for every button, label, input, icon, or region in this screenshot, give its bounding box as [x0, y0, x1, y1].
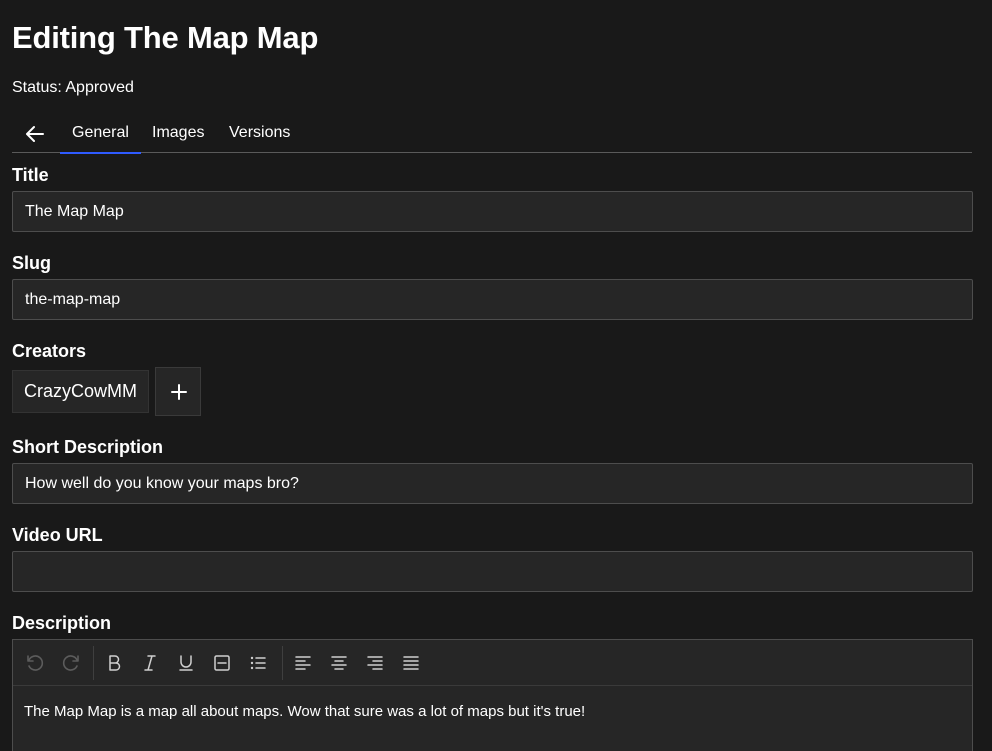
underline-button[interactable]: [176, 653, 196, 673]
tab-versions[interactable]: Versions: [229, 113, 290, 153]
align-justify-button[interactable]: [401, 653, 421, 673]
edit-map-page: Editing The Map Map Status: Approved Gen…: [0, 0, 992, 751]
short-description-label: Short Description: [12, 437, 164, 457]
add-creator-button[interactable]: [155, 367, 201, 416]
short-description-input[interactable]: [12, 463, 973, 504]
slug-input[interactable]: [12, 279, 973, 320]
align-center-icon: [331, 656, 347, 670]
description-content[interactable]: The Map Map is a map all about maps. Wow…: [24, 702, 585, 722]
status-text: Status: Approved: [12, 79, 134, 96]
align-justify-icon: [403, 656, 419, 670]
bold-button[interactable]: [104, 653, 124, 673]
bullet-list-icon: [250, 656, 266, 670]
undo-button[interactable]: [25, 653, 45, 673]
align-right-icon: [367, 656, 383, 670]
tab-bar: General Images Versions: [12, 113, 972, 154]
page-title: Editing The Map Map: [12, 20, 319, 55]
description-editor: The Map Map is a map all about maps. Wow…: [12, 639, 973, 751]
underline-icon: [179, 655, 193, 671]
align-left-icon: [295, 656, 311, 670]
video-url-input[interactable]: [12, 551, 973, 592]
undo-icon: [27, 655, 44, 671]
toolbar-divider: [93, 646, 94, 680]
back-button[interactable]: [24, 123, 46, 145]
redo-icon: [62, 655, 79, 671]
bullet-list-button[interactable]: [248, 653, 268, 673]
description-label: Description: [12, 613, 112, 633]
italic-button[interactable]: [140, 653, 160, 673]
toolbar-divider: [282, 646, 283, 680]
video-url-label: Video URL: [12, 525, 103, 545]
tab-images[interactable]: Images: [152, 113, 204, 153]
bold-icon: [109, 655, 121, 671]
redo-button[interactable]: [61, 653, 81, 673]
horizontal-rule-icon: [214, 655, 230, 671]
align-right-button[interactable]: [365, 653, 385, 673]
align-center-button[interactable]: [329, 653, 349, 673]
horizontal-rule-button[interactable]: [212, 653, 232, 673]
creators-label: Creators: [12, 341, 87, 361]
editor-toolbar: [13, 640, 972, 686]
slug-label: Slug: [12, 253, 51, 273]
title-input[interactable]: [12, 191, 973, 232]
italic-icon: [144, 655, 156, 671]
title-label: Title: [12, 165, 49, 185]
plus-icon: [171, 384, 187, 400]
tab-general[interactable]: General: [60, 113, 141, 154]
align-left-button[interactable]: [293, 653, 313, 673]
arrow-left-icon: [26, 126, 44, 142]
creator-chip[interactable]: CrazyCowMM: [12, 370, 150, 413]
